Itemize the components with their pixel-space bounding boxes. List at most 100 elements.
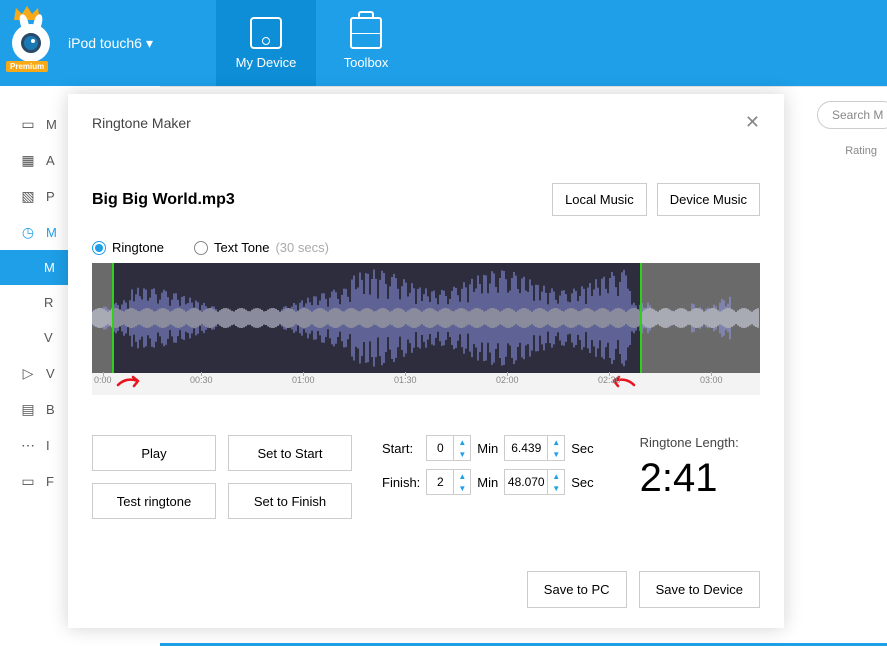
arrow-right-icon bbox=[116, 375, 144, 389]
sidebar-label: B bbox=[46, 402, 55, 417]
tick-label: 0:00 bbox=[94, 375, 112, 385]
tab-label: Toolbox bbox=[344, 55, 389, 70]
toolbox-icon bbox=[350, 17, 382, 49]
sec-label: Sec bbox=[571, 441, 593, 456]
spinner-up-icon[interactable]: ▲ bbox=[548, 470, 564, 482]
set-to-finish-button[interactable]: Set to Finish bbox=[228, 483, 352, 519]
tick-label: 03:00 bbox=[700, 375, 723, 385]
app-logo bbox=[12, 24, 50, 62]
spinner-down-icon[interactable]: ▼ bbox=[548, 448, 564, 460]
ringtone-maker-modal: Ringtone Maker ✕ Big Big World.mp3 Local… bbox=[68, 94, 784, 628]
test-ringtone-button[interactable]: Test ringtone bbox=[92, 483, 216, 519]
tick-label: 02:00 bbox=[496, 375, 519, 385]
music-icon: ▭ bbox=[20, 116, 36, 132]
save-to-pc-button[interactable]: Save to PC bbox=[527, 571, 627, 608]
waveform-display[interactable] bbox=[92, 263, 760, 373]
file-row: Big Big World.mp3 Local Music Device Mus… bbox=[92, 183, 760, 216]
start-sec-input[interactable]: ▲▼ bbox=[504, 435, 565, 461]
photo-icon: ▧ bbox=[20, 188, 36, 204]
finish-min-field[interactable] bbox=[427, 475, 453, 489]
timeline: 0:00 00:30 01:00 01:30 02:00 02:30 03:00 bbox=[92, 373, 760, 395]
tick-label: 01:00 bbox=[292, 375, 315, 385]
spinner-up-icon[interactable]: ▲ bbox=[548, 436, 564, 448]
sidebar-label: V bbox=[44, 330, 53, 345]
finish-min-input[interactable]: ▲▼ bbox=[426, 469, 471, 495]
sidebar-label: A bbox=[46, 153, 55, 168]
waveform-svg bbox=[92, 263, 760, 373]
ringtone-length: Ringtone Length: 2:41 bbox=[640, 435, 739, 501]
chevron-down-icon: ▾ bbox=[146, 35, 153, 52]
sidebar-label: M bbox=[44, 260, 55, 275]
search-input[interactable]: Search M bbox=[817, 101, 887, 129]
text-tone-hint: (30 secs) bbox=[275, 240, 328, 255]
close-icon[interactable]: ✕ bbox=[745, 112, 760, 133]
play-button[interactable]: Play bbox=[92, 435, 216, 471]
sidebar-label: P bbox=[46, 189, 55, 204]
video-icon: ▷ bbox=[20, 365, 36, 381]
device-icon bbox=[250, 17, 282, 49]
end-handle[interactable] bbox=[640, 263, 642, 373]
length-label: Ringtone Length: bbox=[640, 435, 739, 450]
spinner-down-icon[interactable]: ▼ bbox=[548, 482, 564, 494]
tab-label: My Device bbox=[236, 55, 297, 70]
sidebar-label: V bbox=[46, 366, 55, 381]
apps-icon: ▦ bbox=[20, 152, 36, 168]
device-selector[interactable]: iPod touch6 ▾ bbox=[68, 35, 153, 52]
file-name-label: Big Big World.mp3 bbox=[92, 191, 235, 209]
start-sec-field[interactable] bbox=[505, 441, 547, 455]
book-icon: ▤ bbox=[20, 401, 36, 417]
min-label: Min bbox=[477, 475, 498, 490]
device-music-button[interactable]: Device Music bbox=[657, 183, 760, 216]
tick-label: 01:30 bbox=[394, 375, 417, 385]
radio-circle-icon bbox=[92, 241, 106, 255]
control-buttons: Play Set to Start Test ringtone Set to F… bbox=[92, 435, 352, 519]
controls-row: Play Set to Start Test ringtone Set to F… bbox=[92, 435, 760, 519]
modal-header: Ringtone Maker ✕ bbox=[92, 112, 760, 133]
local-music-button[interactable]: Local Music bbox=[552, 183, 647, 216]
save-to-device-button[interactable]: Save to Device bbox=[639, 571, 760, 608]
sidebar-label: R bbox=[44, 295, 53, 310]
modal-title: Ringtone Maker bbox=[92, 115, 191, 131]
clock-icon: ◷ bbox=[20, 224, 36, 240]
waveform-editor: 0:00 00:30 01:00 01:30 02:00 02:30 03:00 bbox=[92, 263, 760, 395]
finish-label: Finish: bbox=[382, 475, 420, 490]
sidebar-label: F bbox=[46, 474, 54, 489]
min-label: Min bbox=[477, 441, 498, 456]
premium-badge: Premium bbox=[6, 61, 48, 72]
sec-label: Sec bbox=[571, 475, 593, 490]
spinner-down-icon[interactable]: ▼ bbox=[454, 482, 470, 494]
sidebar-label: M bbox=[46, 225, 57, 240]
tab-my-device[interactable]: My Device bbox=[216, 0, 316, 86]
chat-icon: ⋯ bbox=[20, 437, 36, 453]
finish-sec-input[interactable]: ▲▼ bbox=[504, 469, 565, 495]
length-value: 2:41 bbox=[640, 456, 739, 501]
radio-circle-icon bbox=[194, 241, 208, 255]
sidebar-label: M bbox=[46, 117, 57, 132]
spinner-up-icon[interactable]: ▲ bbox=[454, 436, 470, 448]
folder-icon: ▭ bbox=[20, 473, 36, 489]
start-label: Start: bbox=[382, 441, 420, 456]
tick-label: 02:30 bbox=[598, 375, 621, 385]
modal-footer: Save to PC Save to Device bbox=[527, 571, 760, 608]
start-min-field[interactable] bbox=[427, 441, 453, 455]
device-name-label: iPod touch6 bbox=[68, 35, 142, 51]
nav-tabs: My Device Toolbox bbox=[216, 0, 416, 86]
radio-ringtone[interactable]: Ringtone bbox=[92, 240, 164, 255]
spinner-up-icon[interactable]: ▲ bbox=[454, 470, 470, 482]
source-buttons: Local Music Device Music bbox=[552, 183, 760, 216]
finish-sec-field[interactable] bbox=[505, 475, 547, 489]
top-nav-bar: Premium iPod touch6 ▾ My Device Toolbox bbox=[0, 0, 887, 86]
tone-type-radios: Ringtone Text Tone(30 secs) bbox=[92, 240, 760, 255]
start-handle[interactable] bbox=[112, 263, 114, 373]
radio-label: Ringtone bbox=[112, 240, 164, 255]
column-header-rating[interactable]: Rating bbox=[845, 145, 877, 157]
time-inputs: Start: ▲▼ Min ▲▼ Sec Finish: ▲▼ Min ▲▼ S… bbox=[382, 435, 600, 495]
set-to-start-button[interactable]: Set to Start bbox=[228, 435, 352, 471]
tab-toolbox[interactable]: Toolbox bbox=[316, 0, 416, 86]
logo-area: Premium iPod touch6 ▾ bbox=[0, 0, 216, 86]
start-min-input[interactable]: ▲▼ bbox=[426, 435, 471, 461]
spinner-down-icon[interactable]: ▼ bbox=[454, 448, 470, 460]
radio-text-tone[interactable]: Text Tone(30 secs) bbox=[194, 240, 329, 255]
tick-label: 00:30 bbox=[190, 375, 213, 385]
accent-line bbox=[160, 643, 887, 646]
